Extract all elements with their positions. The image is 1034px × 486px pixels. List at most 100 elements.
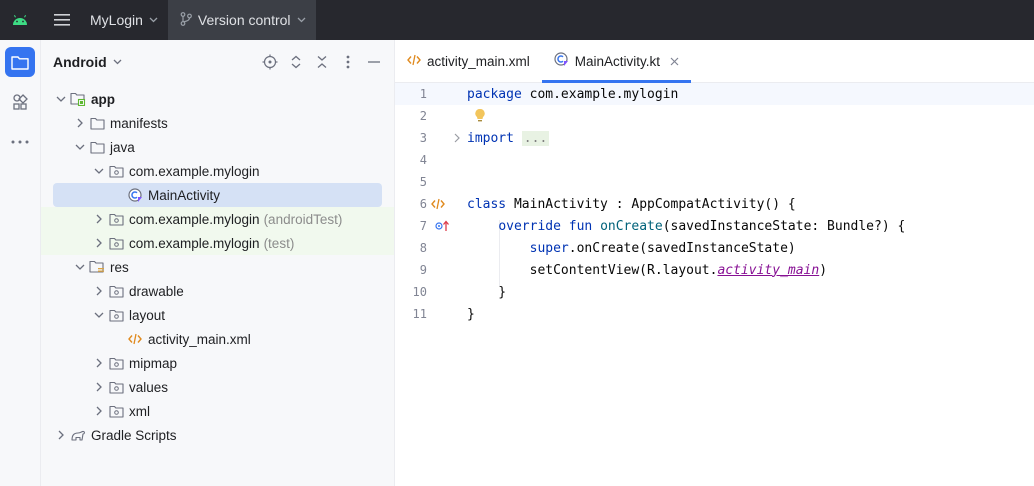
xml-layout-gutter-icon[interactable] (431, 198, 445, 214)
tree-item-label: values (129, 379, 169, 395)
locate-file-button[interactable] (260, 52, 280, 72)
code-token: super (529, 240, 569, 256)
chevron-right-icon[interactable] (91, 403, 107, 419)
chevron-down-icon[interactable] (91, 163, 107, 179)
gutter (427, 259, 467, 281)
tree-item-res[interactable]: res (53, 255, 382, 279)
tree-item-app[interactable]: app (53, 87, 382, 111)
more-tools-button[interactable] (5, 127, 35, 157)
tree-item-label: manifests (110, 115, 168, 131)
tree-item-label: drawable (129, 283, 184, 299)
tree-item-com-example-mylogin[interactable]: com.example.mylogin (test) (41, 231, 394, 255)
collapse-all-icon (317, 56, 327, 68)
chevron-right-icon[interactable] (91, 379, 107, 395)
code-line: 9 setContentView(R.layout.activity_main) (395, 259, 1034, 281)
package-icon (107, 307, 125, 323)
code-line: 4 (395, 149, 1034, 171)
line-number: 5 (419, 175, 427, 189)
tree-item-activity-main-xml[interactable]: activity_main.xml (53, 327, 382, 351)
tree-item-xml[interactable]: xml (53, 399, 382, 423)
android-logo-icon[interactable] (0, 0, 40, 40)
tree-item-gradle-scripts[interactable]: Gradle Scripts (53, 423, 382, 447)
structure-tool-button[interactable] (5, 87, 35, 117)
package-icon (107, 283, 125, 299)
close-icon[interactable] (670, 54, 679, 69)
tree-item-label: layout (129, 307, 166, 323)
tree-item-layout[interactable]: layout (53, 303, 382, 327)
tree-item-drawable[interactable]: drawable (53, 279, 382, 303)
main-menu-button[interactable] (40, 0, 84, 40)
tab-activity-main-xml[interactable]: activity_main.xml (395, 40, 542, 82)
line-number: 4 (419, 153, 427, 167)
chevron-right-icon[interactable] (91, 211, 107, 227)
tree-item-com-example-mylogin[interactable]: com.example.mylogin (androidTest) (41, 207, 394, 231)
line-number: 10 (412, 285, 427, 299)
code-token: (savedInstanceState: Bundle?) { (662, 218, 906, 234)
tree-item-com-example-mylogin[interactable]: com.example.mylogin (53, 159, 382, 183)
gutter (427, 83, 467, 105)
chevron-right-icon[interactable] (91, 283, 107, 299)
title-bar: MyLogin Version control (0, 0, 1034, 40)
package-icon (107, 379, 125, 395)
project-switcher[interactable]: MyLogin (84, 0, 168, 40)
chevron-down-icon[interactable] (72, 139, 88, 155)
folder-icon (88, 115, 106, 131)
tree-item-java[interactable]: java (53, 135, 382, 159)
tree-item-label: res (110, 259, 129, 275)
code-editor[interactable]: 1 package com.example.mylogin 2 3 import ...… (395, 83, 1034, 486)
chevron-down-icon (297, 15, 306, 26)
tree-item-label: app (91, 91, 116, 107)
tree-item-mainactivity[interactable]: MainActivity (53, 183, 382, 207)
override-marker-icon[interactable] (435, 220, 449, 236)
fold-chevron-icon[interactable] (453, 132, 461, 147)
chevron-down-icon[interactable] (113, 57, 122, 68)
version-control-button[interactable]: Version control (167, 0, 316, 40)
minimize-icon (368, 61, 380, 63)
collapse-all-button[interactable] (312, 52, 332, 72)
chevron-right-icon[interactable] (72, 115, 88, 131)
chevron-down-icon (149, 15, 158, 26)
expand-all-icon (291, 55, 301, 69)
lightbulb-icon[interactable] (474, 108, 486, 127)
code-text: override fun onCreate(savedInstanceState… (467, 219, 905, 234)
tree-item-label: java (110, 139, 135, 155)
expand-all-button[interactable] (286, 52, 306, 72)
tree-item-label: Gradle Scripts (91, 427, 177, 443)
tree-item-label: com.example.mylogin (129, 235, 260, 251)
code-text: } (467, 307, 475, 322)
tab-mainactivity-kt[interactable]: MainActivity.kt (541, 40, 692, 83)
chevron-down-icon[interactable] (72, 259, 88, 275)
kotlin-class-icon (554, 52, 569, 70)
package-icon (107, 355, 125, 371)
xml-file-icon (126, 331, 144, 347)
code-token: } (467, 284, 507, 300)
tree-item-label: com.example.mylogin (129, 163, 260, 179)
gutter (427, 215, 467, 237)
project-tool-button[interactable] (5, 47, 35, 77)
gutter (427, 149, 467, 171)
tree-item-values[interactable]: values (53, 375, 382, 399)
branch-icon (180, 11, 192, 29)
chevron-right-icon[interactable] (53, 427, 69, 443)
tree-item-mipmap[interactable]: mipmap (53, 351, 382, 375)
tree-item-hint: (androidTest) (263, 211, 343, 227)
chevron-right-icon[interactable] (91, 355, 107, 371)
line-number: 7 (419, 219, 427, 233)
code-token: } (467, 306, 475, 322)
options-button[interactable] (338, 52, 358, 72)
tree-item-manifests[interactable]: manifests (53, 111, 382, 135)
chevron-down-icon[interactable] (53, 91, 69, 107)
gutter (427, 193, 467, 215)
hide-panel-button[interactable] (364, 52, 384, 72)
kebab-menu-icon (346, 55, 350, 69)
hamburger-icon (54, 14, 70, 26)
chevron-right-icon[interactable] (91, 235, 107, 251)
code-token: class (467, 196, 507, 212)
view-selector[interactable]: Android (53, 54, 107, 70)
code-text: super.onCreate(savedInstanceState) (467, 241, 796, 256)
chevron-down-icon[interactable] (91, 307, 107, 323)
